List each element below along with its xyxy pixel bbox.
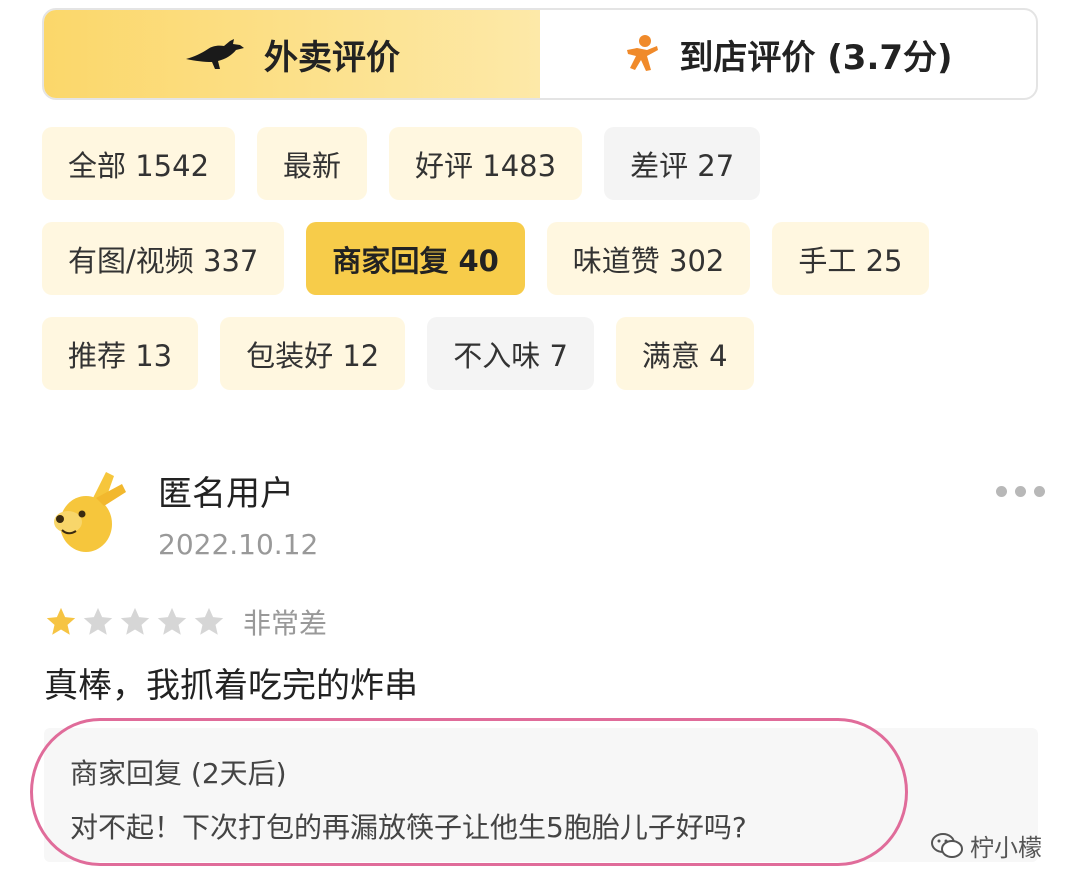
tab-delivery-reviews[interactable]: 外卖评价 xyxy=(44,10,540,98)
merchant-reply: 商家回复 (2天后) 对不起！下次打包的再漏放筷子让他生5胞胎儿子好吗? xyxy=(44,728,1038,862)
more-dot xyxy=(1015,486,1026,497)
star-empty-icon xyxy=(120,607,150,635)
watermark-text: 柠小檬 xyxy=(970,834,1042,862)
kangaroo-logo-icon xyxy=(184,37,246,71)
review-filter-chips: 全部 1542 最新 好评 1483 差评 27 有图/视频 337 商家回复 … xyxy=(42,127,1042,412)
review-rating: 非常差 xyxy=(44,602,327,642)
rating-text: 非常差 xyxy=(243,607,328,640)
watermark: 柠小檬 xyxy=(930,828,1042,863)
star-empty-icon xyxy=(194,607,224,635)
more-dot xyxy=(996,486,1007,497)
filter-row: 全部 1542 最新 好评 1483 差评 27 xyxy=(42,127,1042,200)
filter-chip-merchant-reply[interactable]: 商家回复 40 xyxy=(306,222,525,295)
filter-row: 有图/视频 337 商家回复 40 味道赞 302 手工 25 xyxy=(42,222,1042,295)
merchant-reply-title: 商家回复 (2天后) xyxy=(70,757,287,790)
avatar[interactable] xyxy=(44,466,134,556)
filter-chip-negative[interactable]: 差评 27 xyxy=(604,127,761,200)
review-page: 外卖评价 到店评价 (3.7分) 全部 1542 最新 好评 1483 差评 2… xyxy=(0,0,1080,894)
more-options-icon[interactable] xyxy=(992,482,1049,501)
review-user-name: 匿名用户 xyxy=(158,474,294,514)
filter-chip-recommend[interactable]: 推荐 13 xyxy=(42,317,199,390)
tab-delivery-label: 外卖评价 xyxy=(264,37,400,78)
star-empty-icon xyxy=(157,607,187,635)
person-running-icon xyxy=(623,34,661,74)
filter-chip-latest[interactable]: 最新 xyxy=(257,127,368,200)
filter-chip-satisfied[interactable]: 满意 4 xyxy=(615,317,754,390)
filter-chip-handmade[interactable]: 手工 25 xyxy=(772,222,929,295)
filter-chip-with-media[interactable]: 有图/视频 337 xyxy=(42,222,285,295)
star-rating-icons xyxy=(44,605,229,639)
filter-chip-good-taste[interactable]: 味道赞 302 xyxy=(546,222,751,295)
filter-chip-bland[interactable]: 不入味 7 xyxy=(427,317,594,390)
star-empty-icon xyxy=(83,607,113,635)
merchant-reply-text: 对不起！下次打包的再漏放筷子让他生5胞胎儿子好吗? xyxy=(70,811,747,844)
filter-chip-all[interactable]: 全部 1542 xyxy=(42,127,236,200)
review-content: 真棒，我抓着吃完的炸串 xyxy=(44,666,418,706)
more-dot xyxy=(1034,486,1045,497)
tab-in-store-reviews[interactable]: 到店评价 (3.7分) xyxy=(540,10,1036,98)
review-date: 2022.10.12 xyxy=(158,528,319,561)
tab-in-store-label: 到店评价 (3.7分) xyxy=(679,37,953,78)
star-filled-icon xyxy=(46,607,76,635)
kangaroo-avatar-icon xyxy=(54,472,126,552)
filter-row: 推荐 13 包装好 12 不入味 7 满意 4 xyxy=(42,317,1042,390)
wechat-icon xyxy=(931,832,963,858)
filter-chip-good-packaging[interactable]: 包装好 12 xyxy=(220,317,406,390)
review-type-tabs: 外卖评价 到店评价 (3.7分) xyxy=(42,8,1038,100)
filter-chip-positive[interactable]: 好评 1483 xyxy=(389,127,583,200)
